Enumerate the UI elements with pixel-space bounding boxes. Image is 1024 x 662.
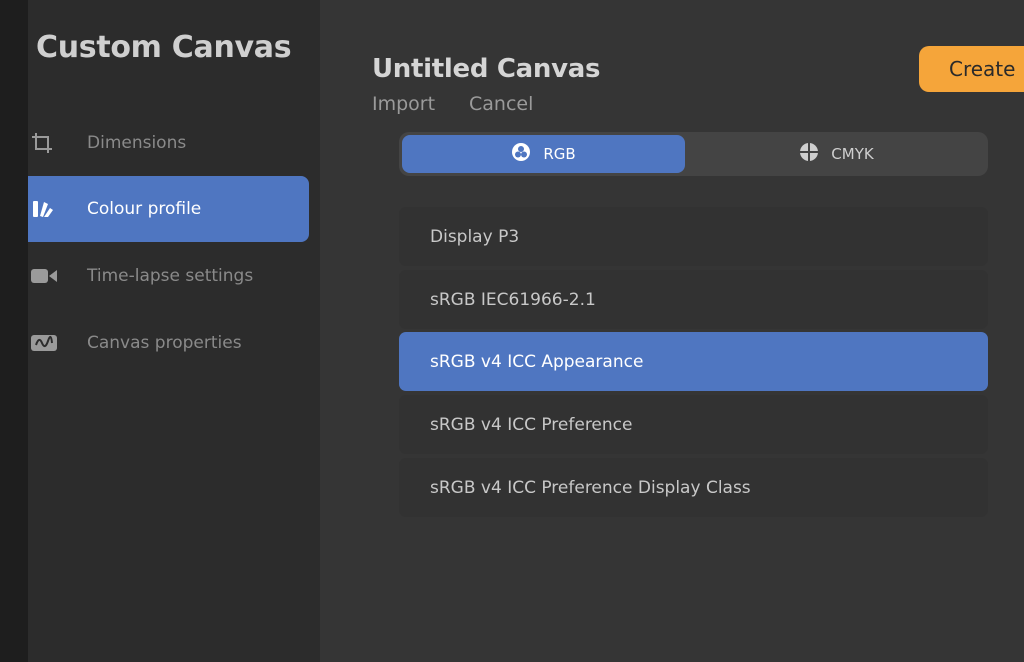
profile-srgb-v4-icc-appearance[interactable]: sRGB v4 ICC Appearance — [399, 332, 988, 391]
sidebar-item-canvas-properties[interactable]: Canvas properties — [28, 310, 309, 376]
sidebar-item-time-lapse-settings[interactable]: Time-lapse settings — [28, 243, 309, 309]
canvas-properties-icon — [30, 331, 58, 355]
page-title: Untitled Canvas — [372, 54, 601, 84]
sidebar-item-label: Canvas properties — [87, 333, 242, 353]
rgb-icon — [511, 142, 531, 166]
cmyk-icon — [799, 142, 819, 166]
sidebar-title: Custom Canvas — [36, 30, 292, 65]
sidebar: Custom Canvas Dimensions Colour profile — [28, 0, 320, 662]
sidebar-item-colour-profile[interactable]: Colour profile — [28, 176, 309, 242]
rgb-mode-button[interactable]: RGB — [402, 135, 685, 173]
rgb-mode-label: RGB — [543, 145, 576, 163]
sidebar-item-dimensions[interactable]: Dimensions — [28, 110, 309, 176]
video-camera-icon — [30, 264, 58, 288]
left-edge-strip — [0, 0, 28, 662]
sidebar-item-label: Time-lapse settings — [87, 266, 254, 286]
sidebar-item-label: Dimensions — [87, 133, 187, 153]
profile-srgb-v4-icc-preference-display-class[interactable]: sRGB v4 ICC Preference Display Class — [399, 458, 988, 517]
colour-swatch-icon — [30, 197, 58, 221]
crop-icon — [30, 131, 58, 155]
profile-srgb-iec61966[interactable]: sRGB IEC61966-2.1 — [399, 270, 988, 329]
import-button[interactable]: Import — [372, 93, 435, 115]
profile-display-p3[interactable]: Display P3 — [399, 207, 988, 266]
cmyk-mode-button[interactable]: CMYK — [688, 135, 985, 173]
create-button[interactable]: Create — [919, 46, 1024, 92]
cmyk-mode-label: CMYK — [831, 145, 874, 163]
sidebar-item-label: Colour profile — [87, 199, 202, 219]
profile-srgb-v4-icc-preference[interactable]: sRGB v4 ICC Preference — [399, 395, 988, 454]
cancel-button[interactable]: Cancel — [469, 93, 533, 115]
colour-mode-segmented-control: RGB CMYK — [399, 132, 988, 176]
